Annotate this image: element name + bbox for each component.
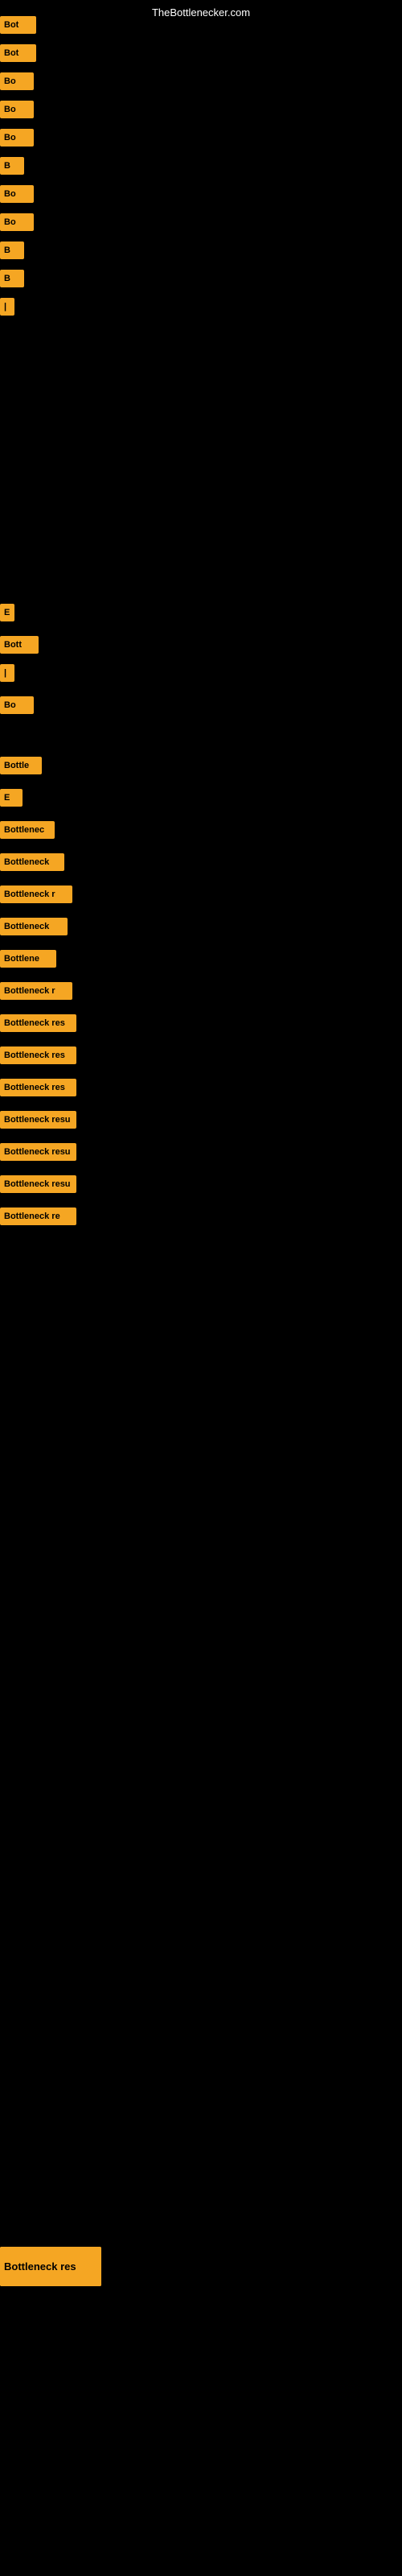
- btn-13[interactable]: Bott: [0, 636, 39, 654]
- btn-20[interactable]: Bottleneck r: [0, 886, 72, 903]
- btn-21[interactable]: Bottleneck: [0, 918, 68, 935]
- bottleneck-res-detection[interactable]: Bottleneck res: [0, 2247, 101, 2286]
- btn-30[interactable]: Bottleneck re: [0, 1208, 76, 1225]
- btn-8[interactable]: Bo: [0, 213, 34, 231]
- btn-18[interactable]: Bottlenec: [0, 821, 55, 839]
- btn-11[interactable]: |: [0, 298, 14, 316]
- btn-7[interactable]: Bo: [0, 185, 34, 203]
- btn-14[interactable]: |: [0, 664, 14, 682]
- btn-9[interactable]: B: [0, 242, 24, 259]
- btn-16[interactable]: Bottle: [0, 757, 42, 774]
- btn-2[interactable]: Bot: [0, 44, 36, 62]
- btn-10[interactable]: B: [0, 270, 24, 287]
- btn-3[interactable]: Bo: [0, 72, 34, 90]
- btn-28[interactable]: Bottleneck resu: [0, 1143, 76, 1161]
- btn-27[interactable]: Bottleneck resu: [0, 1111, 76, 1129]
- btn-19[interactable]: Bottleneck: [0, 853, 64, 871]
- btn-26[interactable]: Bottleneck res: [0, 1079, 76, 1096]
- btn-12[interactable]: E: [0, 604, 14, 621]
- btn-25[interactable]: Bottleneck res: [0, 1046, 76, 1064]
- btn-15[interactable]: Bo: [0, 696, 34, 714]
- btn-24[interactable]: Bottleneck res: [0, 1014, 76, 1032]
- btn-6[interactable]: B: [0, 157, 24, 175]
- btn-4[interactable]: Bo: [0, 101, 34, 118]
- btn-1[interactable]: Bot: [0, 16, 36, 34]
- btn-23[interactable]: Bottleneck r: [0, 982, 72, 1000]
- btn-5[interactable]: Bo: [0, 129, 34, 147]
- btn-29[interactable]: Bottleneck resu: [0, 1175, 76, 1193]
- btn-17[interactable]: E: [0, 789, 23, 807]
- site-title: TheBottlenecker.com: [152, 6, 250, 19]
- btn-22[interactable]: Bottlene: [0, 950, 56, 968]
